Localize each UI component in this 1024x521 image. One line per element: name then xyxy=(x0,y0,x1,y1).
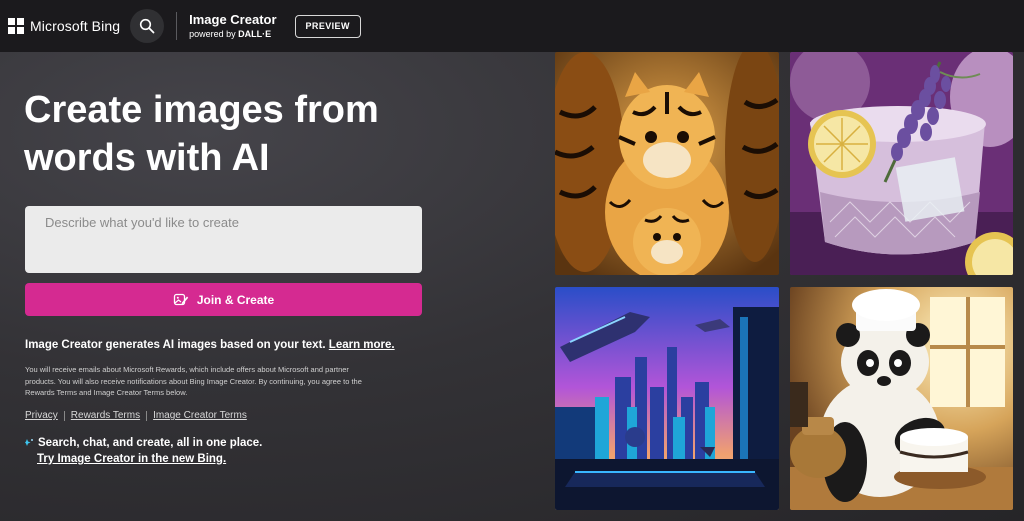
image-creator-terms-link[interactable]: Image Creator Terms xyxy=(153,410,247,421)
search-button[interactable] xyxy=(130,9,165,43)
link-separator xyxy=(63,410,65,421)
city-image[interactable] xyxy=(555,287,779,510)
join-button-label: Join & Create xyxy=(196,292,275,307)
product-subtitle: powered by DALL·E xyxy=(189,29,272,39)
logo-text: Microsoft Bing xyxy=(30,18,121,34)
product-name[interactable]: Image Creator powered by DALL·E xyxy=(189,13,276,39)
search-icon xyxy=(140,18,155,34)
link-separator xyxy=(146,410,148,421)
try-new-bing-link[interactable]: Try Image Creator in the new Bing. xyxy=(37,453,262,465)
headline-line-1: Create images from xyxy=(24,89,379,131)
sparkle-icon xyxy=(25,439,33,446)
new-bing-promo: Search, chat, and create, all in one pla… xyxy=(25,437,262,465)
legal-links: Privacy Rewards Terms Image Creator Term… xyxy=(25,410,247,421)
page-title: Create images from words with AI xyxy=(24,86,544,182)
tiger-nesting-dolls-image xyxy=(555,52,779,275)
rewards-disclaimer: You will receive emails about Microsoft … xyxy=(25,365,362,397)
panda-image[interactable] xyxy=(790,287,1013,510)
promo-text: Search, chat, and create, all in one pla… xyxy=(38,437,263,449)
preview-badge: PREVIEW xyxy=(294,14,361,38)
learn-more-link[interactable]: Learn more. xyxy=(329,339,395,351)
futuristic-city-image xyxy=(555,287,779,510)
info-text: Image Creator generates AI images based … xyxy=(25,339,395,351)
top-bar: Microsoft Bing Image Creator powered by … xyxy=(0,0,1024,52)
product-title: Image Creator xyxy=(189,12,277,27)
privacy-link[interactable]: Privacy xyxy=(25,410,58,421)
tigers-image[interactable] xyxy=(555,52,779,275)
prompt-input[interactable] xyxy=(25,206,422,273)
join-and-create-button[interactable]: Join & Create xyxy=(25,283,422,316)
microsoft-bing-logo[interactable]: Microsoft Bing xyxy=(8,18,120,34)
rewards-terms-link[interactable]: Rewards Terms xyxy=(71,410,140,421)
lavender-cocktail-image xyxy=(790,52,1013,275)
cocktail-image[interactable] xyxy=(790,52,1013,275)
panda-chef-image xyxy=(790,287,1013,510)
create-image-icon xyxy=(173,293,189,306)
microsoft-logo-icon xyxy=(8,18,24,34)
headline-line-2: words with AI xyxy=(24,137,270,179)
header-divider xyxy=(176,12,178,40)
